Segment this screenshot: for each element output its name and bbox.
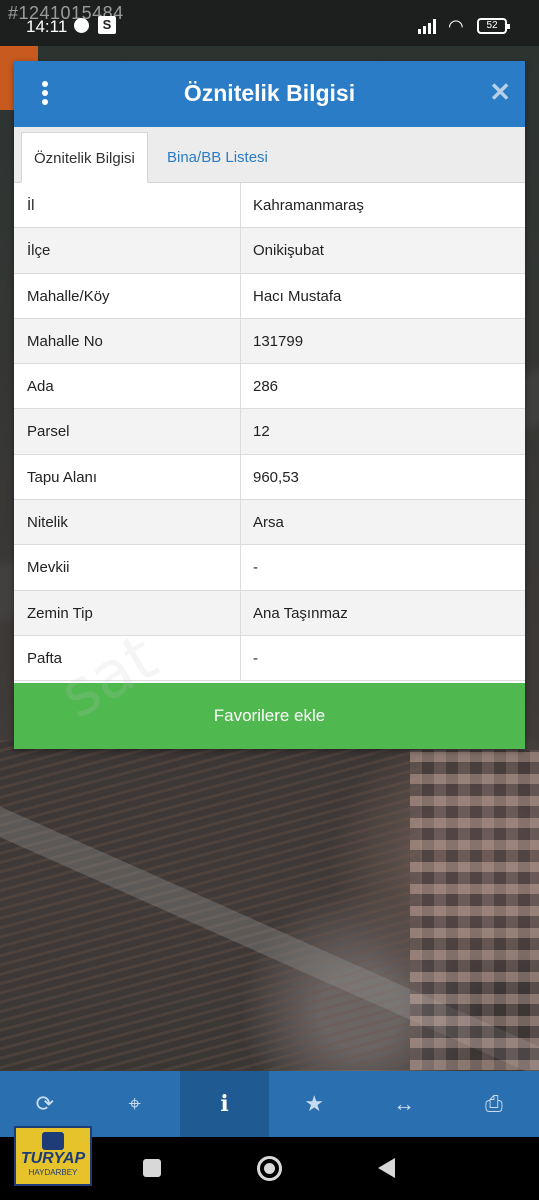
home-icon[interactable] <box>257 1156 282 1181</box>
row-value: Arsa <box>253 514 284 532</box>
row-value: 131799 <box>253 332 304 350</box>
attribute-dialog: Öznitelik Bilgisi ✕ Öznitelik Bilgisi Bi… <box>14 61 525 749</box>
tab-bar: Öznitelik Bilgisi Bina/BB Listesi <box>14 127 525 183</box>
recent-apps-icon[interactable] <box>143 1159 161 1177</box>
print-icon[interactable]: ⎙ <box>449 1071 539 1137</box>
row-label: Nitelik <box>14 500 241 545</box>
row-label: İl <box>14 183 241 228</box>
dnd-icon <box>74 18 89 33</box>
row-value: - <box>253 559 258 577</box>
app-notification-icon: S <box>98 16 116 34</box>
measure-icon[interactable]: ↔ <box>359 1071 449 1137</box>
add-favorite-button[interactable]: Favorilere ekle <box>14 683 525 749</box>
row-value: Ana Taşınmaz <box>253 604 348 622</box>
row-label: Tapu Alanı <box>14 454 241 500</box>
table-row: Nitelik Arsa <box>14 500 525 546</box>
turyap-logo: TURYAP HAYDARBEY <box>14 1126 92 1186</box>
logo-mark-icon <box>42 1132 64 1150</box>
table-row: İlçe Onikişubat <box>14 228 525 274</box>
row-value: Kahramanmaraş <box>253 197 364 214</box>
row-label: Pafta <box>14 635 241 681</box>
logo-sub: HAYDARBEY <box>28 1168 78 1177</box>
info-icon[interactable]: i <box>179 1071 270 1137</box>
dialog-header: Öznitelik Bilgisi ✕ <box>14 61 525 127</box>
row-value: - <box>253 649 258 667</box>
status-bar: #1241015484 14:11 S ◠ 52 <box>0 0 539 46</box>
table-row: Ada 286 <box>14 364 525 410</box>
row-label: Mahalle/Köy <box>14 273 241 318</box>
signal-icon <box>418 19 442 34</box>
row-value: 12 <box>253 423 270 441</box>
battery-icon: 52 <box>477 18 510 34</box>
back-icon[interactable] <box>378 1158 395 1178</box>
table-row: Pafta - <box>14 635 525 682</box>
row-label: Mahalle No <box>14 318 241 364</box>
table-row: Tapu Alanı 960,53 <box>14 454 525 501</box>
table-row: İl Kahramanmaraş <box>14 183 525 229</box>
row-value: 286 <box>253 378 279 396</box>
attribute-table: İl Kahramanmaraş İlçe Onikişubat Mahalle/K… <box>14 183 525 682</box>
logo-name: TURYAP <box>20 1150 86 1167</box>
row-value: Hacı Mustafa <box>253 287 342 305</box>
dialog-title: Öznitelik Bilgisi <box>183 80 356 106</box>
star-icon[interactable]: ★ <box>269 1071 359 1137</box>
status-time: 14:11 <box>26 17 68 36</box>
table-row: Mahalle No 131799 <box>14 318 525 365</box>
row-label: Ada <box>14 364 241 409</box>
row-label: Zemin Tip <box>14 590 241 635</box>
table-row: Parsel 12 <box>14 409 525 455</box>
row-label: İlçe <box>14 228 241 273</box>
close-icon[interactable]: ✕ <box>489 79 511 105</box>
row-value: Onikişubat <box>253 242 324 260</box>
table-row: Mevkii - <box>14 545 525 591</box>
tab-building-list[interactable]: Bina/BB Listesi <box>155 132 280 183</box>
row-value: 960,53 <box>253 468 299 486</box>
locate-icon[interactable]: ⌖ <box>90 1071 180 1137</box>
row-label: Parsel <box>14 409 241 454</box>
tab-attributes[interactable]: Öznitelik Bilgisi <box>21 132 148 183</box>
table-row: Zemin Tip Ana Taşınmaz <box>14 590 525 636</box>
table-row: Mahalle/Köy Hacı Mustafa <box>14 273 525 319</box>
row-label: Mevkii <box>14 545 241 590</box>
wifi-icon: ◠ <box>448 16 464 36</box>
map-buildings <box>410 750 539 1070</box>
